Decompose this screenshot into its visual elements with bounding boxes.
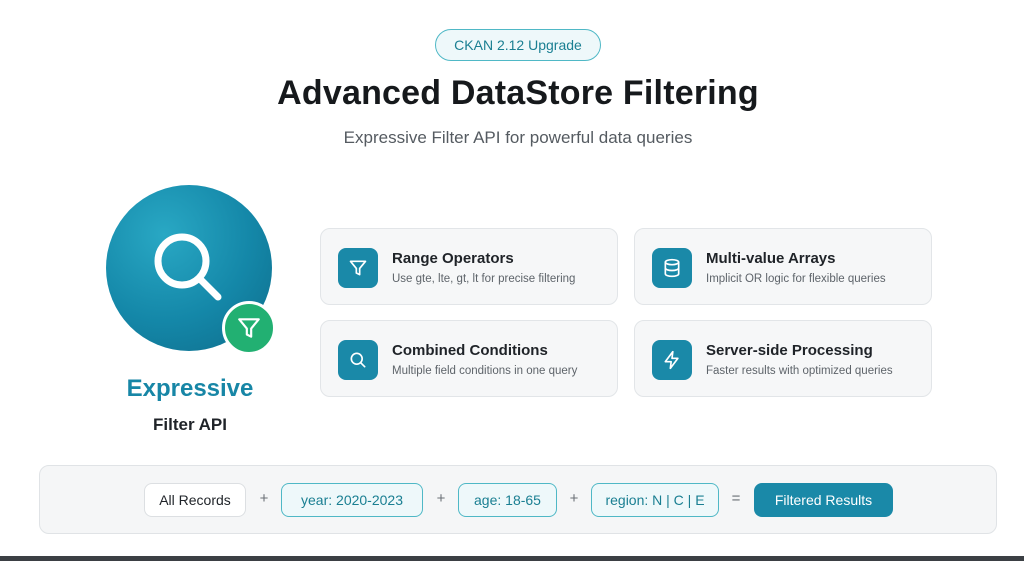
page-subtitle: Expressive Filter API for powerful data … <box>343 128 693 147</box>
condition-chip-year: year: 2020-2023 <box>281 483 423 517</box>
lightning-icon <box>652 340 692 380</box>
feature-title: Server-side Processing <box>706 342 873 359</box>
feature-title: Range Operators <box>392 250 514 267</box>
magnifier-icon <box>154 233 222 301</box>
bottom-divider <box>0 556 1024 561</box>
plus-operator: + <box>569 490 579 507</box>
feature-desc: Use gte, lte, gt, lt for precise filteri… <box>392 273 576 285</box>
funnel-badge <box>222 301 276 355</box>
feature-desc: Faster results with optimized queries <box>706 365 893 377</box>
upgrade-badge: CKAN 2.12 Upgrade <box>435 29 601 61</box>
filtered-results-chip: Filtered Results <box>754 483 893 517</box>
database-icon <box>652 248 692 288</box>
feature-desc: Multiple field conditions in one query <box>392 365 578 377</box>
plus-operator: + <box>436 490 446 507</box>
feature-card-server: Server-side Processing Faster results wi… <box>634 320 932 397</box>
feature-desc: Implicit OR logic for flexible queries <box>706 273 886 285</box>
hero-word: Expressive <box>126 375 254 402</box>
search-icon <box>338 340 378 380</box>
page-title: Advanced DataStore Filtering <box>277 74 759 112</box>
funnel-icon <box>238 318 260 338</box>
plus-operator: + <box>259 490 269 507</box>
condition-chip-region: region: N | C | E <box>591 483 719 517</box>
feature-card-range: Range Operators Use gte, lte, gt, lt for… <box>320 228 618 305</box>
hero-label: Filter API <box>153 415 227 434</box>
feature-card-arrays: Multi-value Arrays Implicit OR logic for… <box>634 228 932 305</box>
feature-title: Combined Conditions <box>392 342 548 359</box>
funnel-icon <box>338 248 378 288</box>
feature-card-conditions: Combined Conditions Multiple field condi… <box>320 320 618 397</box>
all-records-chip: All Records <box>144 483 246 517</box>
condition-chip-age: age: 18-65 <box>458 483 557 517</box>
feature-title: Multi-value Arrays <box>706 250 836 267</box>
equals-operator: = <box>731 490 741 507</box>
